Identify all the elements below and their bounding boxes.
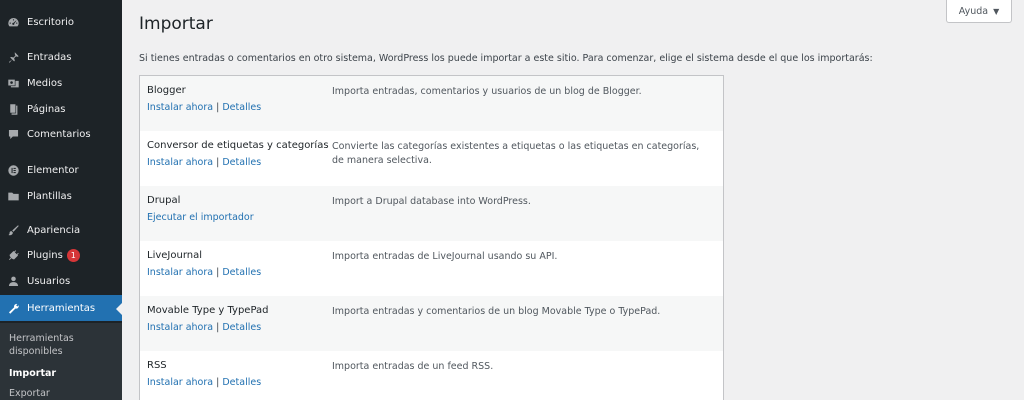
details-link[interactable]: Detalles bbox=[222, 157, 261, 168]
importer-description: Importa entradas de LiveJournal usando s… bbox=[332, 251, 558, 262]
importer-name: Movable Type y TypePad bbox=[147, 305, 269, 316]
sidebar-item-label: Medios bbox=[27, 77, 63, 89]
separator: | bbox=[216, 322, 220, 333]
table-row: RSS Instalar ahora | Detalles Importa en… bbox=[140, 351, 723, 400]
triangle-down-icon: ▼ bbox=[993, 6, 1000, 16]
help-button[interactable]: Ayuda ▼ bbox=[946, 0, 1012, 23]
sidebar-item-usuarios[interactable]: Usuarios bbox=[0, 268, 122, 294]
submenu-exportar[interactable]: Exportar bbox=[9, 387, 50, 400]
sidebar-item-label: Plantillas bbox=[27, 190, 72, 202]
table-row: Drupal Ejecutar el importador Import a D… bbox=[140, 186, 723, 241]
importer-description: Import a Drupal database into WordPress. bbox=[332, 196, 531, 207]
install-now-link[interactable]: Instalar ahora bbox=[147, 267, 213, 278]
separator: | bbox=[216, 267, 220, 278]
update-count-badge: 1 bbox=[66, 248, 80, 262]
tools-submenu: Herramientas disponibles Importar Export… bbox=[0, 323, 122, 400]
table-row: Movable Type y TypePad Instalar ahora | … bbox=[140, 296, 723, 351]
dashboard-icon bbox=[6, 15, 20, 29]
sidebar-item-label: Comentarios bbox=[27, 128, 91, 140]
sidebar-item-herramientas[interactable]: Herramientas bbox=[0, 295, 122, 321]
sidebar-item-label: Usuarios bbox=[27, 275, 71, 287]
run-importer-link[interactable]: Ejecutar el importador bbox=[147, 212, 254, 223]
install-now-link[interactable]: Instalar ahora bbox=[147, 322, 213, 333]
sidebar-item-comentarios[interactable]: Comentarios bbox=[0, 121, 122, 147]
sidebar-item-entradas[interactable]: Entradas bbox=[0, 44, 122, 70]
row-actions: Instalar ahora | Detalles bbox=[147, 322, 261, 333]
sidebar-item-label: Plugins bbox=[27, 249, 63, 261]
pages-icon bbox=[6, 102, 20, 116]
details-link[interactable]: Detalles bbox=[222, 377, 261, 388]
details-link[interactable]: Detalles bbox=[222, 267, 261, 278]
importer-name: RSS bbox=[147, 360, 167, 371]
row-actions: Ejecutar el importador bbox=[147, 212, 254, 223]
sidebar-item-label: Entradas bbox=[27, 51, 72, 63]
row-actions: Instalar ahora | Detalles bbox=[147, 157, 261, 168]
install-now-link[interactable]: Instalar ahora bbox=[147, 157, 213, 168]
sidebar-item-plantillas[interactable]: Plantillas bbox=[0, 183, 122, 209]
row-actions: Instalar ahora | Detalles bbox=[147, 267, 261, 278]
separator: | bbox=[216, 157, 220, 168]
separator: | bbox=[216, 377, 220, 388]
sidebar-item-paginas[interactable]: Páginas bbox=[0, 96, 122, 122]
sidebar-item-label: Apariencia bbox=[27, 224, 81, 236]
install-now-link[interactable]: Instalar ahora bbox=[147, 102, 213, 113]
wrench-icon bbox=[6, 301, 20, 315]
media-icon bbox=[6, 76, 20, 90]
sidebar-item-medios[interactable]: Medios bbox=[0, 70, 122, 96]
sidebar-item-escritorio[interactable]: Escritorio bbox=[0, 9, 122, 35]
sidebar-item-label: Páginas bbox=[27, 103, 66, 115]
importer-name: Conversor de etiquetas y categorías bbox=[147, 140, 329, 151]
details-link[interactable]: Detalles bbox=[222, 322, 261, 333]
intro-text: Si tienes entradas o comentarios en otro… bbox=[139, 53, 873, 64]
sidebar-item-label: Elementor bbox=[27, 164, 79, 176]
table-row: Conversor de etiquetas y categorías Inst… bbox=[140, 131, 723, 186]
separator: | bbox=[216, 102, 220, 113]
row-actions: Instalar ahora | Detalles bbox=[147, 377, 261, 388]
plugin-icon bbox=[6, 248, 20, 262]
importer-name: Blogger bbox=[147, 85, 186, 96]
row-actions: Instalar ahora | Detalles bbox=[147, 102, 261, 113]
submenu-herramientas-disponibles[interactable]: Herramientas disponibles bbox=[9, 332, 89, 358]
submenu-importar[interactable]: Importar bbox=[9, 367, 56, 380]
importer-name: Drupal bbox=[147, 195, 181, 206]
page-title: Importar bbox=[139, 14, 213, 34]
elementor-icon bbox=[6, 163, 20, 177]
importer-name: LiveJournal bbox=[147, 250, 203, 261]
help-label: Ayuda bbox=[958, 5, 989, 17]
sidebar-item-elementor[interactable]: Elementor bbox=[0, 157, 122, 183]
brush-icon bbox=[6, 223, 20, 237]
importers-table: Blogger Instalar ahora | Detalles Import… bbox=[139, 75, 724, 400]
admin-sidebar: Escritorio Entradas Medios Páginas Comen… bbox=[0, 0, 122, 400]
sidebar-item-label: Escritorio bbox=[27, 16, 74, 28]
importer-description: Importa entradas de un feed RSS. bbox=[332, 361, 494, 372]
table-row: Blogger Instalar ahora | Detalles Import… bbox=[140, 76, 723, 131]
sidebar-item-apariencia[interactable]: Apariencia bbox=[0, 217, 122, 243]
importer-description: Convierte las categorías existentes a et… bbox=[332, 141, 700, 166]
install-now-link[interactable]: Instalar ahora bbox=[147, 377, 213, 388]
comments-icon bbox=[6, 127, 20, 141]
folder-icon bbox=[6, 189, 20, 203]
details-link[interactable]: Detalles bbox=[222, 102, 261, 113]
users-icon bbox=[6, 274, 20, 288]
importer-description: Importa entradas y comentarios de un blo… bbox=[332, 306, 661, 317]
sidebar-item-plugins[interactable]: Plugins 1 bbox=[0, 242, 122, 268]
pin-icon bbox=[6, 50, 20, 64]
sidebar-item-label: Herramientas bbox=[27, 302, 96, 314]
importer-description: Importa entradas, comentarios y usuarios… bbox=[332, 86, 642, 97]
table-row: LiveJournal Instalar ahora | Detalles Im… bbox=[140, 241, 723, 296]
